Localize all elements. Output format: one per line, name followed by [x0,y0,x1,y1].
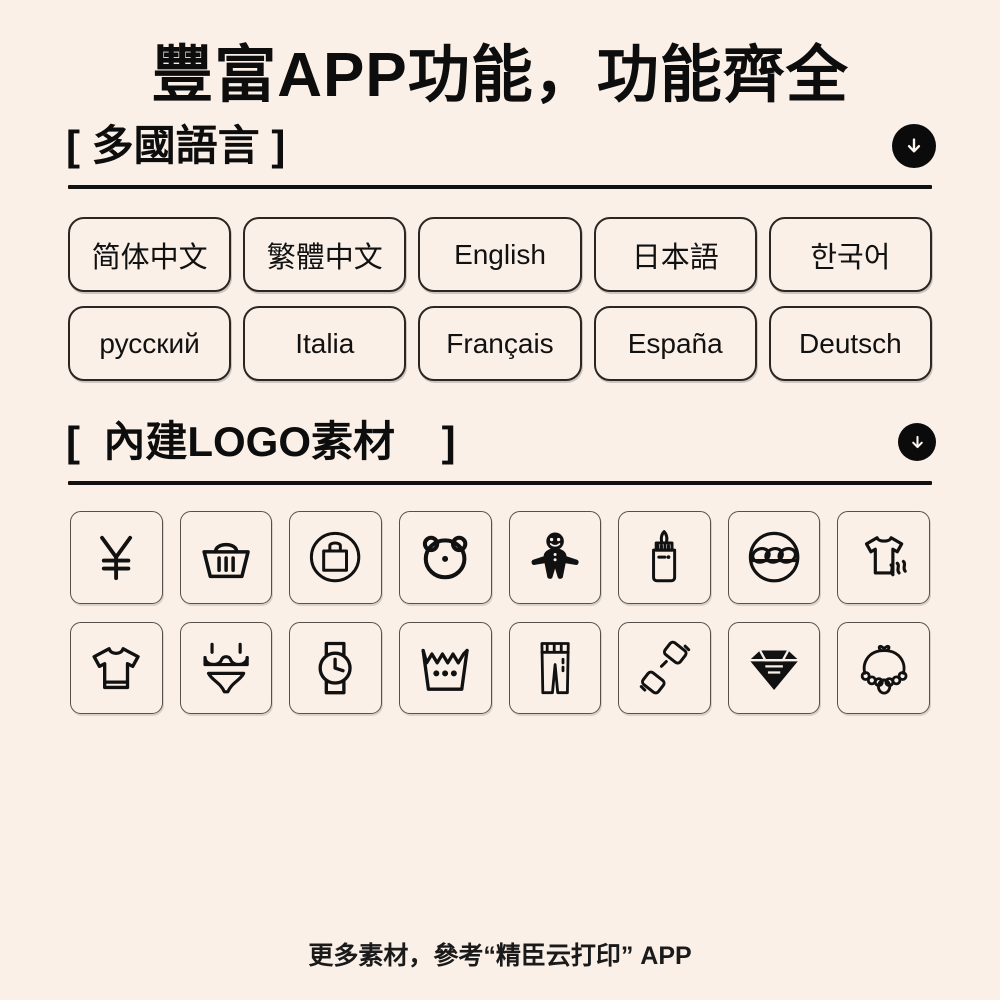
languages-section: [ 多國語言 ] 简体中文 繁體中文 English 日本語 한국어 русск… [0,107,1000,381]
languages-section-header: [ 多國語言 ] [40,107,960,185]
diamond-icon [749,649,799,690]
tshirt-breathable-icon [864,536,907,577]
language-chip[interactable]: 繁體中文 [243,217,407,292]
language-chip[interactable]: 한국어 [768,217,932,292]
logo-icon-cell[interactable] [398,621,492,715]
language-grid: 简体中文 繁體中文 English 日本語 한국어 русский Italia… [40,189,960,381]
download-arrow-icon[interactable] [898,423,936,461]
language-chip-label: English [454,238,546,270]
logo-assets-section-title: [ 內建LOGO素材 ] [66,418,456,465]
footer-note: 更多素材，參考“精臣云打印” APP [308,942,692,970]
language-chip-label: Deutsch [799,327,902,359]
wash-basin-icon [421,648,469,691]
language-chip[interactable]: Deutsch [768,306,932,381]
logo-assets-section: [ 內建LOGO素材 ] [0,381,1000,715]
language-chip[interactable]: 简体中文 [68,217,232,292]
language-chip-label: Français [446,327,554,359]
logo-icon-cell[interactable] [837,621,930,715]
logo-icon-cell[interactable] [508,621,602,715]
language-chip-label: 한국어 [810,241,891,274]
logo-icon-cell[interactable] [289,621,382,715]
logo-icon-cell[interactable] [837,511,930,604]
language-chip[interactable]: русский [68,306,232,381]
language-chip[interactable]: 日本語 [593,217,757,292]
language-chip[interactable]: España [593,306,757,381]
page-title: 豐富APP功能，功能齊全 [151,41,849,110]
necklace-icon [860,644,908,695]
logo-icon-cell[interactable] [398,511,492,604]
language-chip[interactable]: Français [418,306,582,381]
logo-icon-cell[interactable] [289,511,382,604]
language-chip-label: русский [99,327,200,359]
logo-icon-cell[interactable] [618,511,711,604]
logo-icon-cell[interactable] [508,511,602,604]
logo-icon-cell[interactable] [727,621,821,715]
shopping-bag-circle-icon [310,532,361,583]
gingerbread-man-icon [531,532,579,580]
braided-bread-circle-icon [748,532,800,583]
belt-buckle-icon [640,640,691,695]
language-chip-label: 日本語 [631,241,719,274]
language-chip[interactable]: Italia [243,306,407,381]
shopping-basket-icon [202,543,250,579]
bikini-underwear-icon [203,642,249,694]
download-arrow-icon[interactable] [892,124,936,168]
jeans-icon [540,641,570,694]
language-chip-label: 繁體中文 [266,241,383,274]
logo-icon-cell[interactable] [70,511,163,604]
language-chip-label: España [627,327,723,359]
logo-assets-section-header: [ 內建LOGO素材 ] [40,403,960,481]
logo-icon-grid [40,485,960,715]
language-chip[interactable]: English [418,217,582,292]
logo-icon-cell[interactable] [618,621,711,715]
logo-icon-cell[interactable] [727,511,821,604]
language-chip-label: 简体中文 [91,241,208,274]
bear-face-icon [422,535,468,580]
languages-section-title: [ 多國語言 ] [66,122,286,169]
logo-icon-cell[interactable] [70,621,163,715]
wristwatch-icon [318,641,353,695]
yen-currency-icon [100,536,133,581]
logo-icon-cell[interactable] [179,621,273,715]
language-chip-label: Italia [295,327,355,359]
baby-bottle-icon [652,530,677,583]
logo-icon-cell[interactable] [179,511,273,604]
tshirt-icon [92,646,140,689]
